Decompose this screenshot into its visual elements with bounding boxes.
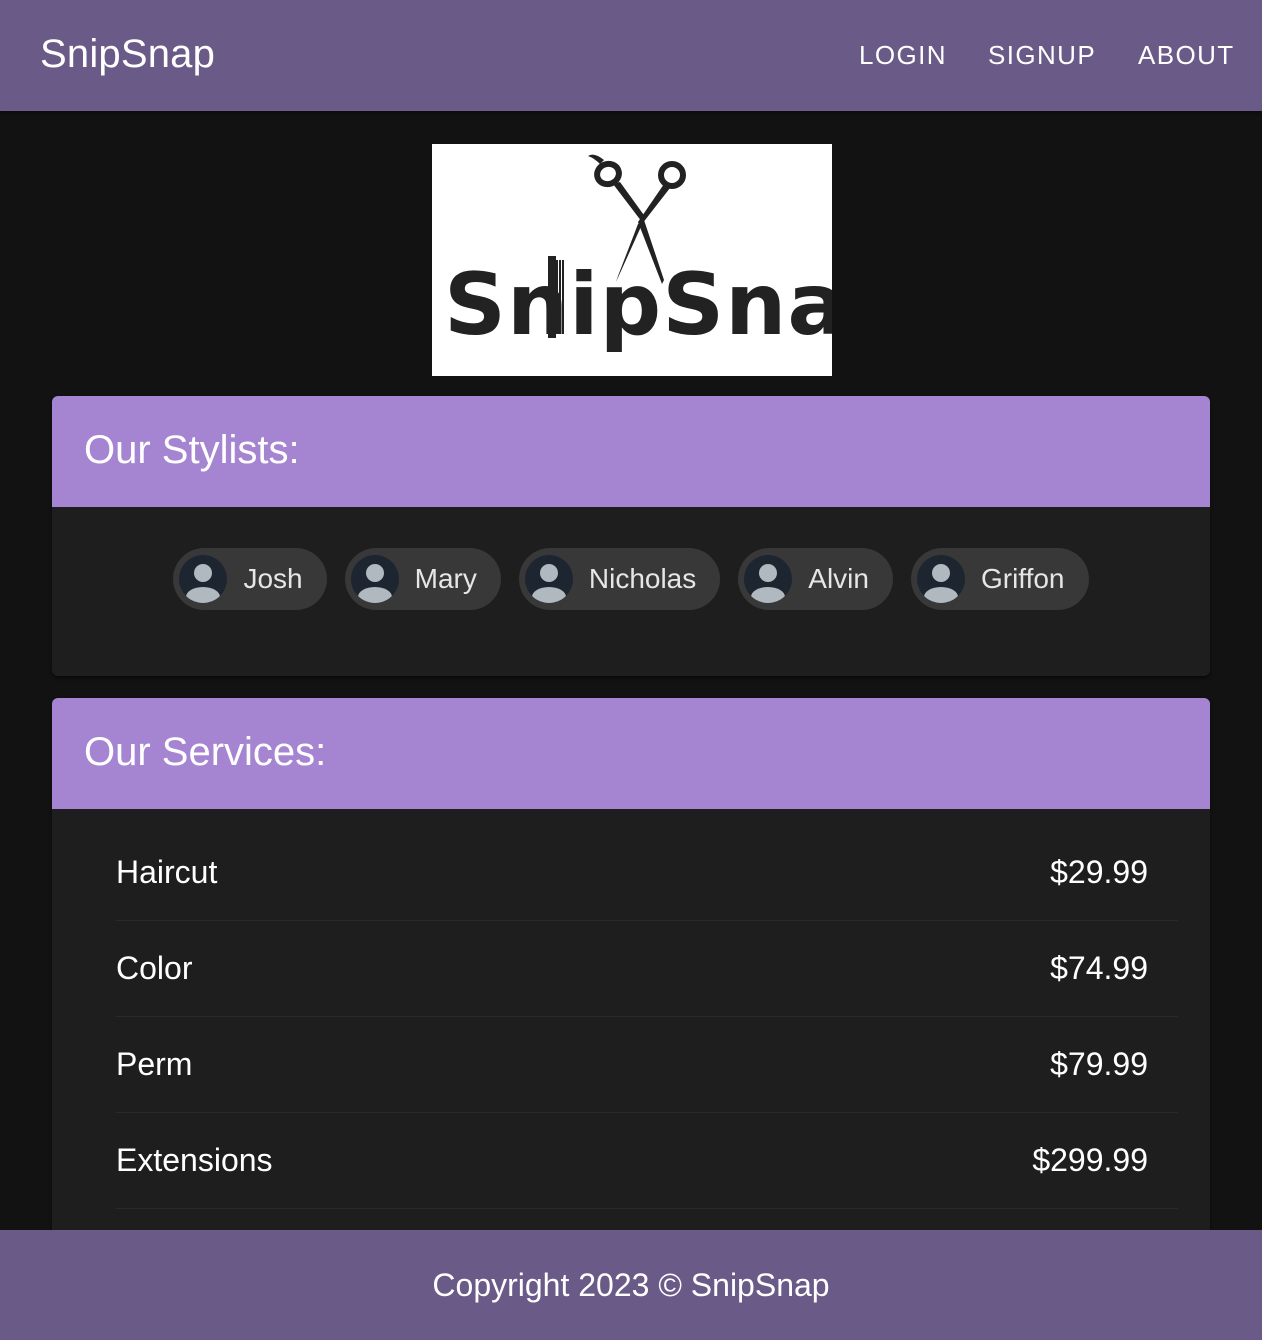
footer: Copyright 2023 © SnipSnap: [0, 1230, 1262, 1340]
service-name: Color: [116, 950, 193, 986]
service-name: Haircut: [116, 854, 218, 890]
person-icon: [531, 564, 566, 603]
about-link[interactable]: ABOUT: [1138, 40, 1235, 71]
stylist-chip-alvin[interactable]: Alvin: [738, 548, 893, 610]
brand-title[interactable]: SnipSnap: [40, 32, 215, 77]
person-icon: [923, 564, 958, 603]
stylist-name: Mary: [414, 563, 477, 594]
person-icon: [751, 564, 786, 603]
signup-link[interactable]: SIGNUP: [988, 40, 1096, 71]
stylist-chip-list: Josh Mary Nicholas Alvin Griffon: [52, 548, 1210, 612]
app-bar: SnipSnap LOGIN SIGNUP ABOUT: [0, 0, 1262, 111]
service-row[interactable]: Extensions $299.99: [116, 1112, 1178, 1209]
person-icon: [186, 564, 221, 603]
avatar: [744, 555, 793, 603]
services-card-header: Our Services:: [52, 698, 1210, 809]
services-card: Our Services: Haircut $29.99 Color $74.9…: [52, 698, 1210, 1258]
stylists-card-header: Our Stylists:: [52, 396, 1210, 507]
service-row[interactable]: Color $74.99: [116, 920, 1178, 1017]
stylist-name: Josh: [243, 563, 303, 594]
stylist-chip-mary[interactable]: Mary: [344, 548, 501, 610]
stylist-name: Griffon: [980, 563, 1065, 594]
logo-wordmark: SnipSnap: [444, 255, 832, 355]
stylists-card: Our Stylists: Josh Mary Nicholas Alvin G…: [52, 396, 1210, 676]
stylist-chip-nicholas[interactable]: Nicholas: [518, 548, 721, 610]
avatar: [916, 555, 965, 603]
avatar: [179, 555, 228, 603]
login-link[interactable]: LOGIN: [859, 40, 947, 71]
stylist-name: Alvin: [808, 563, 869, 594]
service-price: $79.99: [1050, 1046, 1148, 1082]
service-row[interactable]: Perm $79.99: [116, 1016, 1178, 1113]
stylist-name: Nicholas: [588, 563, 697, 594]
avatar: [524, 555, 573, 603]
avatar: [350, 555, 399, 603]
stylists-title: Our Stylists:: [84, 428, 300, 472]
stylist-chip-josh[interactable]: Josh: [173, 548, 327, 610]
copyright-text: Copyright 2023 © SnipSnap: [432, 1267, 830, 1303]
service-price: $299.99: [1032, 1142, 1148, 1178]
service-price: $29.99: [1050, 854, 1148, 890]
scissors-comb-logo: SnipSnap: [444, 154, 908, 355]
person-icon: [357, 564, 392, 603]
stylist-chip-griffon[interactable]: Griffon: [910, 548, 1089, 610]
service-name: Extensions: [116, 1142, 273, 1178]
service-row[interactable]: Haircut $29.99: [116, 824, 1178, 921]
services-title: Our Services:: [84, 730, 327, 774]
service-name: Perm: [116, 1046, 193, 1082]
service-price: $74.99: [1050, 950, 1148, 986]
snipsnap-logo: SnipSnap: [432, 144, 908, 376]
